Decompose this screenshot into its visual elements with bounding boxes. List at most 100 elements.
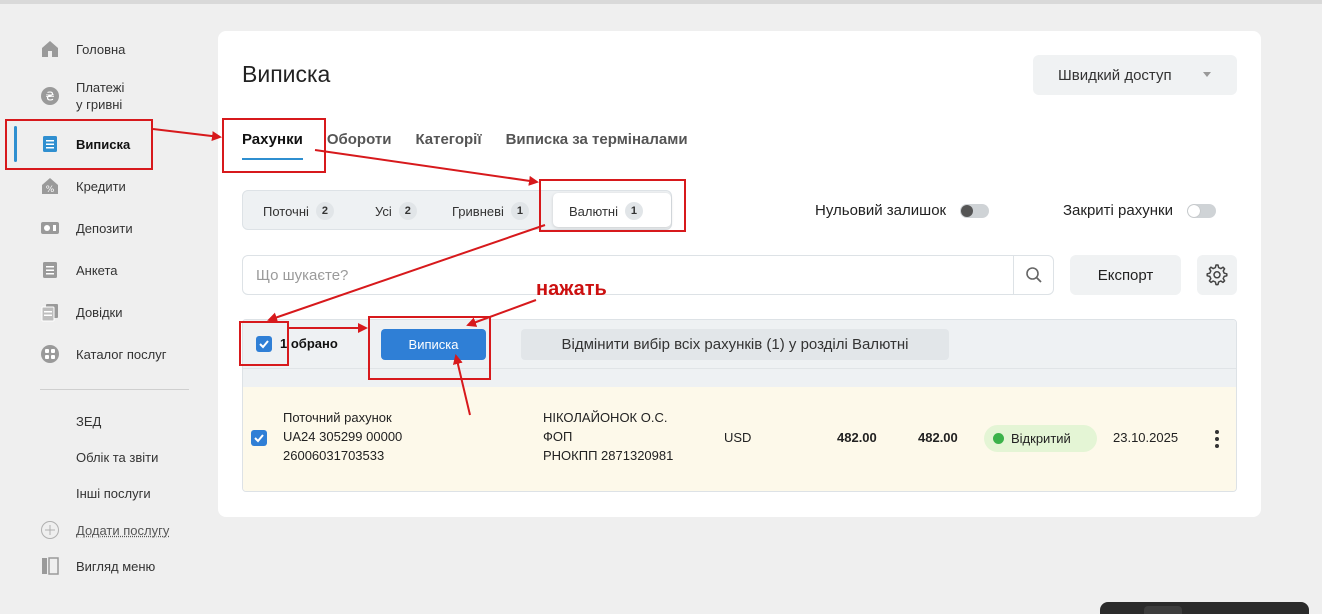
zero-balance-toggle[interactable]: Нульовий залишок: [815, 202, 989, 219]
main-card: Виписка Швидкий доступ Рахунки Обороти К…: [218, 31, 1261, 517]
status-badge: Відкритий: [984, 425, 1097, 452]
page-title: Виписка: [242, 61, 330, 88]
hryvnia-icon: ₴: [40, 86, 60, 106]
account-cell: Поточний рахунок UA24 305299 00000 26006…: [283, 408, 402, 465]
currency-cell: USD: [724, 428, 751, 447]
tab-categories[interactable]: Категорії: [415, 131, 481, 160]
quick-access-dropdown[interactable]: Швидкий доступ: [1033, 55, 1237, 95]
closed-accounts-label: Закриті рахунки: [1063, 202, 1173, 219]
owner-type: ФОП: [543, 427, 673, 446]
settings-button[interactable]: [1197, 255, 1237, 295]
menu-view-icon: [40, 556, 60, 576]
sidebar-item-zed[interactable]: ЗЕД: [76, 414, 101, 429]
search-placeholder: Що шукаєте?: [256, 267, 348, 284]
statement-button[interactable]: Виписка: [381, 329, 486, 360]
sidebar-item-label: Головна: [76, 41, 125, 58]
segment-count: 2: [316, 202, 334, 220]
menu-view-label: Вигляд меню: [76, 558, 155, 575]
quick-access-label: Швидкий доступ: [1058, 67, 1172, 84]
annotation-text: нажать: [536, 278, 607, 301]
catalog-icon: [40, 344, 60, 364]
deselect-all-button[interactable]: Відмінити вибір всіх рахунків (1) у розд…: [521, 329, 949, 360]
owner-name: НІКОЛАЙОНОК О.С.: [543, 408, 673, 427]
accounts-table: 1 обрано Виписка Відмінити вибір всіх ра…: [242, 319, 1237, 492]
svg-text:%: %: [46, 185, 55, 195]
segment-label: Усі: [375, 204, 392, 219]
available-cell: 482.00: [918, 428, 958, 447]
tabs: Рахунки Обороти Категорії Виписка за тер…: [242, 131, 688, 160]
sidebar-item-label: Каталог послуг: [76, 346, 166, 363]
top-border: [0, 0, 1322, 4]
sidebar-item-credits[interactable]: % Кредити: [40, 174, 126, 198]
more-options-icon[interactable]: [1213, 430, 1221, 448]
home-icon: [40, 39, 60, 59]
bottom-widget[interactable]: [1100, 602, 1309, 614]
sidebar-item-label: Кредити: [76, 178, 126, 195]
search-button[interactable]: [1013, 256, 1053, 294]
sidebar-item-label: Виписка: [76, 136, 130, 153]
sidebar-item-statement[interactable]: Виписка: [40, 132, 130, 156]
sidebar-item-form[interactable]: Анкета: [40, 258, 118, 282]
statement-icon: [40, 134, 60, 154]
credit-icon: %: [40, 176, 60, 196]
sidebar-item-label: Платежі у гривні: [76, 79, 124, 113]
sidebar-item-accounting[interactable]: Облік та звіти: [76, 450, 158, 465]
status-dot-icon: [993, 433, 1004, 444]
add-service-link[interactable]: Додати послугу: [40, 518, 169, 542]
segment-hryvnia[interactable]: Гривневі 1: [452, 199, 529, 223]
account-filter-segments: Поточні 2 Усі 2 Гривневі 1 Валютні 1: [242, 190, 672, 230]
deposit-icon: [40, 218, 60, 238]
selected-count: 1 обрано: [280, 336, 338, 351]
gear-icon: [1206, 264, 1228, 286]
search-icon: [1025, 266, 1043, 284]
sidebar-item-catalog[interactable]: Каталог послуг: [40, 342, 166, 366]
segment-count: 1: [625, 202, 643, 220]
status-label: Відкритий: [1011, 431, 1071, 446]
segment-label: Валютні: [569, 204, 618, 219]
segment-all[interactable]: Усі 2: [375, 199, 417, 223]
table-row[interactable]: Поточний рахунок UA24 305299 00000 26006…: [243, 387, 1236, 492]
sidebar-item-other-services[interactable]: Інші послуги: [76, 486, 151, 501]
account-iban-2: 26006031703533: [283, 446, 402, 465]
segment-count: 2: [399, 202, 417, 220]
menu-view-button[interactable]: Вигляд меню: [40, 554, 155, 578]
tab-terminals[interactable]: Виписка за терміналами: [506, 131, 688, 160]
closed-accounts-toggle[interactable]: Закриті рахунки: [1063, 202, 1216, 219]
svg-text:₴: ₴: [45, 90, 54, 104]
account-iban-1: UA24 305299 00000: [283, 427, 402, 446]
form-icon: [40, 260, 60, 280]
tab-accounts[interactable]: Рахунки: [242, 131, 303, 160]
segment-count: 1: [511, 202, 529, 220]
sidebar-item-label: Депозити: [76, 220, 133, 237]
active-indicator: [14, 126, 17, 162]
plus-circle-icon: [40, 520, 60, 540]
tab-turnovers[interactable]: Обороти: [327, 131, 392, 160]
zero-balance-switch[interactable]: [960, 204, 989, 218]
widget-handle[interactable]: [1144, 606, 1182, 614]
export-button[interactable]: Експорт: [1070, 255, 1181, 295]
documents-icon: [40, 302, 60, 322]
row-checkbox[interactable]: [251, 430, 267, 446]
sidebar-item-deposits[interactable]: Депозити: [40, 216, 133, 240]
segment-current[interactable]: Поточні 2: [263, 199, 334, 223]
sidebar-item-payments[interactable]: ₴ Платежі у гривні: [40, 78, 124, 114]
account-type: Поточний рахунок: [283, 408, 402, 427]
sidebar-item-home[interactable]: Головна: [40, 37, 125, 61]
segment-currency[interactable]: Валютні 1: [569, 199, 643, 223]
segment-label: Гривневі: [452, 204, 504, 219]
sidebar-item-label: Довідки: [76, 304, 123, 321]
select-all-checkbox[interactable]: [256, 336, 272, 352]
search-input[interactable]: Що шукаєте?: [242, 255, 1054, 295]
add-service-label: Додати послугу: [76, 522, 169, 539]
date-cell: 23.10.2025: [1113, 428, 1178, 447]
owner-tax: РНОКПП 2871320981: [543, 446, 673, 465]
sidebar-divider: [40, 389, 189, 390]
table-header-strip: [243, 368, 1236, 387]
sidebar-item-documents[interactable]: Довідки: [40, 300, 123, 324]
zero-balance-label: Нульовий залишок: [815, 202, 946, 219]
chevron-down-icon: [1203, 72, 1211, 77]
table-toolbar: 1 обрано Виписка Відмінити вибір всіх ра…: [243, 320, 1236, 368]
closed-accounts-switch[interactable]: [1187, 204, 1216, 218]
balance-cell: 482.00: [837, 428, 877, 447]
sidebar-item-label: Анкета: [76, 262, 118, 279]
